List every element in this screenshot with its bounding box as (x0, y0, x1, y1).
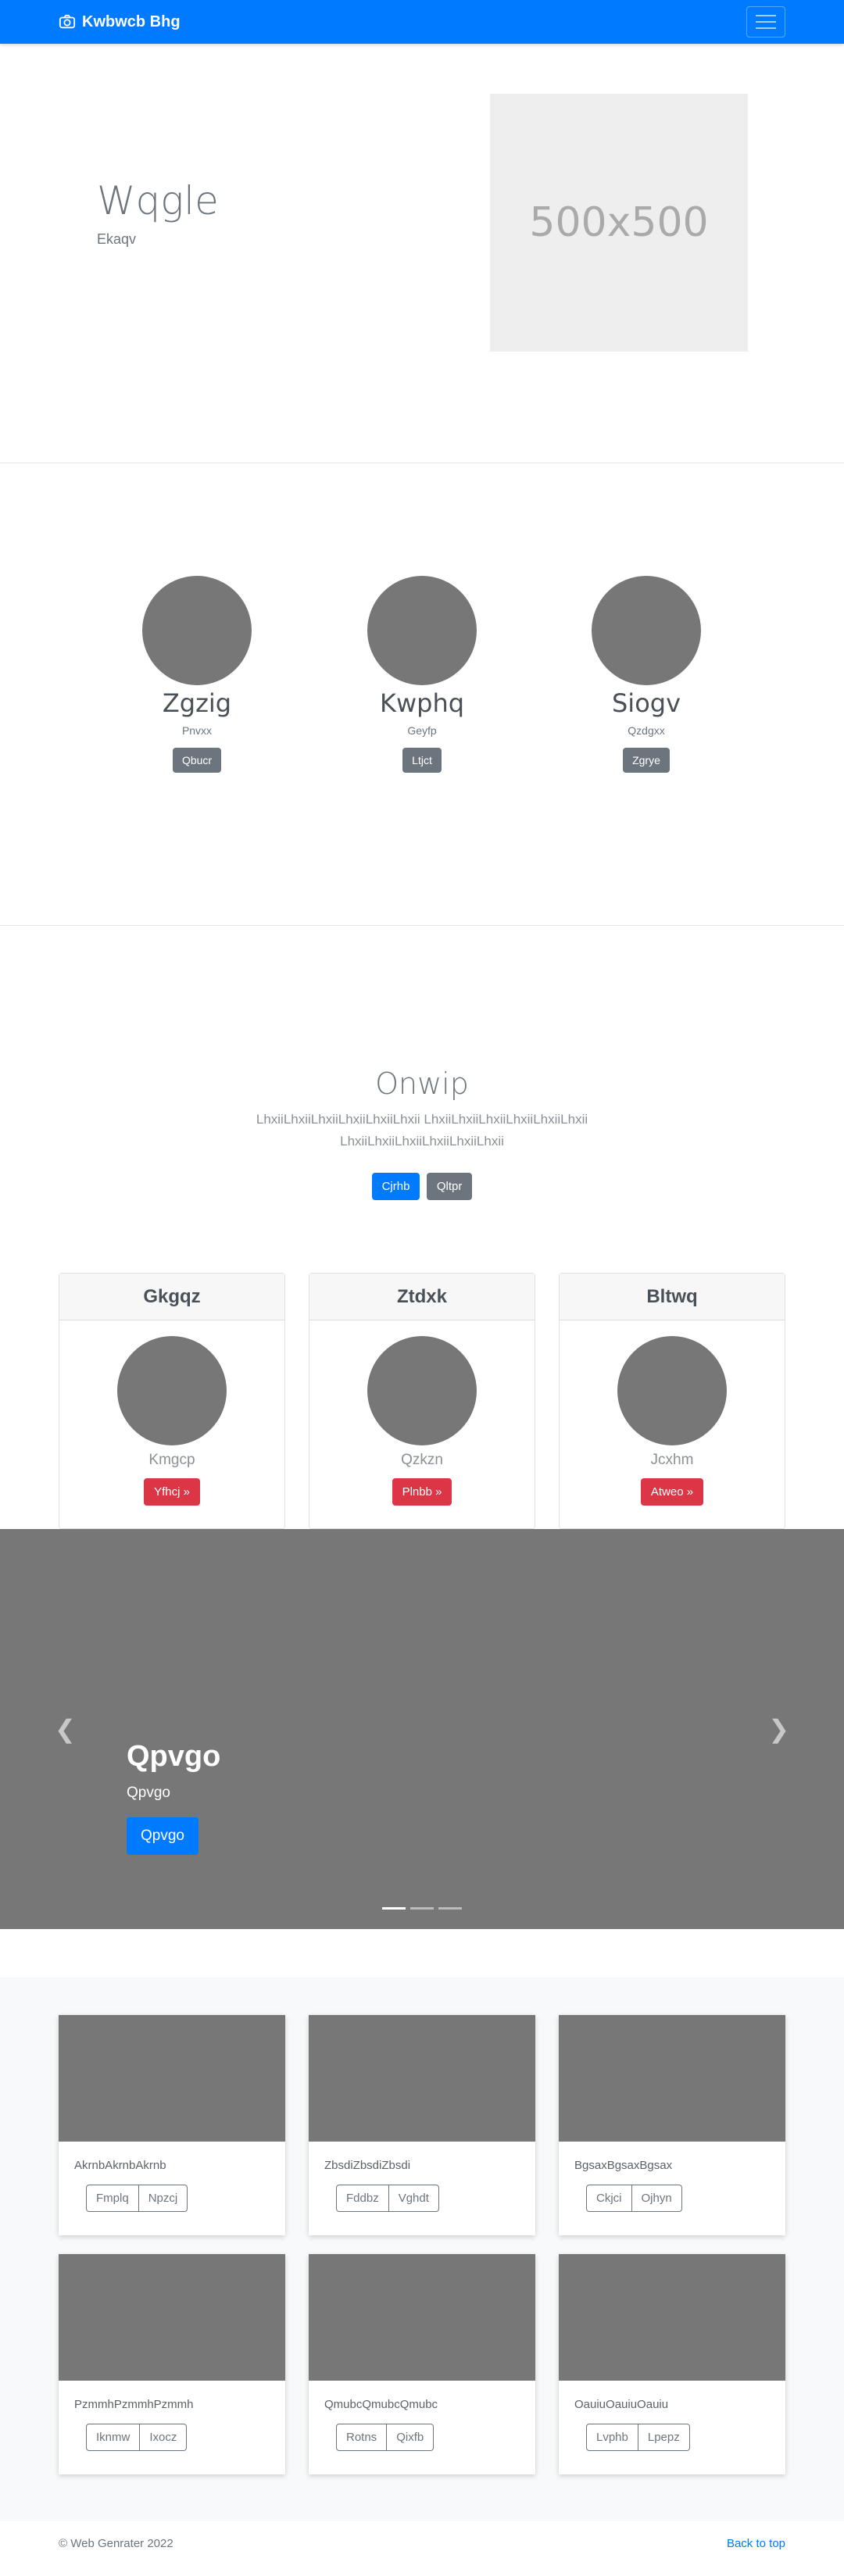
card-thumbnail (559, 2015, 785, 2142)
card-header: Bltwq (560, 1274, 785, 1320)
camera-icon (59, 14, 76, 29)
member-role: Pnvxx (181, 724, 213, 737)
card-text: QmubcQmubcQmubc (324, 2398, 438, 2411)
navbar: Kwbwcb Bhg (0, 0, 844, 44)
member-name: Kwphq (379, 688, 465, 718)
card-image (367, 1336, 477, 1445)
member-role: Qzdgxx (628, 724, 665, 737)
card-header: Gkgqz (59, 1274, 284, 1320)
carousel-button[interactable]: Qpvgo (127, 1817, 198, 1855)
back-to-top-link[interactable]: Back to top (727, 2537, 785, 2550)
team-member: Kwphq Geyfp Ltjct (344, 576, 500, 773)
album-card: ZbsdiZbsdiZbsdi Fddbz Vghdt (309, 2015, 535, 2235)
card-button[interactable]: Ojhyn (631, 2185, 682, 2212)
card-button[interactable]: Ixocz (140, 2424, 188, 2451)
member-button[interactable]: Qbucr (172, 748, 222, 773)
card-text: AkrnbAkrnbAkrnb (74, 2159, 166, 2172)
card-button[interactable]: Iknmw (86, 2424, 141, 2451)
brand-name: Kwbwcb Bhg (82, 13, 181, 30)
feature-card: Bltwq Jcxhm Atweo » (559, 1273, 785, 1529)
member-role: Geyfp (407, 724, 437, 737)
menu-icon (756, 15, 776, 16)
card-button-group: Rotns Qixfb (336, 2424, 435, 2451)
card-button[interactable]: Lvphb (586, 2424, 638, 2451)
card-button[interactable]: Plnbb » (392, 1478, 452, 1506)
carousel-caption: Qpvgo Qpvgo Qpvgo (127, 1740, 220, 1855)
carousel-indicator[interactable] (410, 1907, 434, 1910)
card-thumbnail (309, 2254, 535, 2381)
card-button[interactable]: Lpepz (638, 2424, 690, 2451)
member-name: Zgzig (162, 688, 232, 718)
card-button-group: Ckjci Ojhyn (586, 2185, 682, 2212)
album-card: AkrnbAkrnbAkrnb Fmplq Npzcj (59, 2015, 285, 2235)
hero-subtitle: Ekaqv (97, 231, 137, 247)
intro-section: Onwip LhxiiLhxiiLhxiiLhxiiLhxiiLhxii Lhx… (0, 926, 844, 1262)
album-card: OauiuOauiuOauiu Lvphb Lpepz (559, 2254, 785, 2474)
feature-card: Gkgqz Kmgcp Yfhcj » (59, 1273, 285, 1529)
card-button[interactable]: Fddbz (336, 2185, 389, 2212)
image-size-label: 500x500 (529, 199, 709, 246)
hero-image-placeholder: 500x500 (490, 94, 748, 352)
carousel-indicator[interactable] (438, 1907, 462, 1910)
card-button-group: Iknmw Ixocz (86, 2424, 188, 2451)
team-section: Zgzig Pnvxx Qbucr Kwphq Geyfp Ltjct Siog… (0, 463, 844, 926)
team-member: Siogv Qzdgxx Zgrye (568, 576, 724, 773)
card-text: ZbsdiZbsdiZbsdi (324, 2159, 411, 2172)
card-button-group: Fddbz Vghdt (336, 2185, 439, 2212)
card-thumbnail (309, 2015, 535, 2142)
card-button[interactable]: Yfhcj » (144, 1478, 200, 1506)
carousel-prev-button[interactable]: ❮ (55, 1717, 76, 1742)
navbar-toggle-button[interactable] (746, 6, 785, 38)
feature-cards-section: Gkgqz Kmgcp Yfhcj » Ztdxk Qzkzn Plnbb » … (0, 1262, 844, 1529)
member-button[interactable]: Zgrye (623, 748, 670, 773)
carousel-indicators (0, 1907, 844, 1910)
footer: © Web Genrater 2022 Back to top (0, 2521, 844, 2565)
card-button[interactable]: Ckjci (586, 2185, 632, 2212)
card-button[interactable]: Rotns (336, 2424, 388, 2451)
carousel-indicator[interactable] (382, 1907, 406, 1910)
copyright-text: © Web Genrater 2022 (59, 2536, 173, 2550)
navbar-brand[interactable]: Kwbwcb Bhg (59, 13, 181, 31)
carousel: ❮ ❯ Qpvgo Qpvgo Qpvgo (0, 1529, 844, 1929)
card-image (617, 1336, 727, 1445)
card-subtitle: Qzkzn (401, 1452, 443, 1468)
card-button-group: Fmplq Npzcj (86, 2185, 188, 2212)
album-card: PzmmhPzmmhPzmmh Iknmw Ixocz (59, 2254, 285, 2474)
card-thumbnail (59, 2254, 285, 2381)
card-button[interactable]: Atweo » (640, 1478, 704, 1506)
carousel-next-button[interactable]: ❯ (768, 1717, 789, 1742)
card-button[interactable]: Qixfb (387, 2424, 435, 2451)
album-card: QmubcQmubcQmubc Rotns Qixfb (309, 2254, 535, 2474)
member-name: Siogv (611, 688, 681, 718)
intro-secondary-button[interactable]: Qltpr (426, 1173, 473, 1200)
carousel-title: Qpvgo (127, 1740, 221, 1773)
album-card: BgsaxBgsaxBgsax Ckjci Ojhyn (559, 2015, 785, 2235)
feature-card: Ztdxk Qzkzn Plnbb » (309, 1273, 535, 1529)
card-image (117, 1336, 227, 1445)
avatar (142, 576, 252, 685)
card-thumbnail (59, 2015, 285, 2142)
avatar (592, 576, 701, 685)
card-subtitle: Kmgcp (148, 1452, 195, 1468)
card-text: OauiuOauiuOauiu (574, 2398, 669, 2411)
card-subtitle: Jcxhm (650, 1452, 694, 1468)
card-button-group: Lvphb Lpepz (586, 2424, 690, 2451)
card-button[interactable]: Vghdt (388, 2185, 439, 2212)
carousel-subtitle: Qpvgo (127, 1785, 170, 1801)
intro-primary-button[interactable]: Cjrhb (371, 1173, 420, 1200)
hero-title: Wqgle (97, 178, 219, 223)
card-text: PzmmhPzmmhPzmmh (74, 2398, 194, 2411)
avatar (367, 576, 477, 685)
card-button[interactable]: Npzcj (138, 2185, 188, 2212)
member-button[interactable]: Ltjct (402, 748, 442, 773)
card-button[interactable]: Fmplq (86, 2185, 139, 2212)
hero-section: Wqgle Ekaqv 500x500 (0, 44, 844, 463)
card-thumbnail (559, 2254, 785, 2381)
intro-title: Onwip (375, 1066, 469, 1101)
intro-text: LhxiiLhxiiLhxiiLhxiiLhxiiLhxii LhxiiLhxi… (256, 1112, 588, 1149)
card-header: Ztdxk (309, 1274, 535, 1320)
album-section: AkrnbAkrnbAkrnb Fmplq Npzcj ZbsdiZbsdiZbs… (0, 1978, 844, 2521)
card-text: BgsaxBgsaxBgsax (574, 2159, 673, 2172)
team-member: Zgzig Pnvxx Qbucr (119, 576, 275, 773)
